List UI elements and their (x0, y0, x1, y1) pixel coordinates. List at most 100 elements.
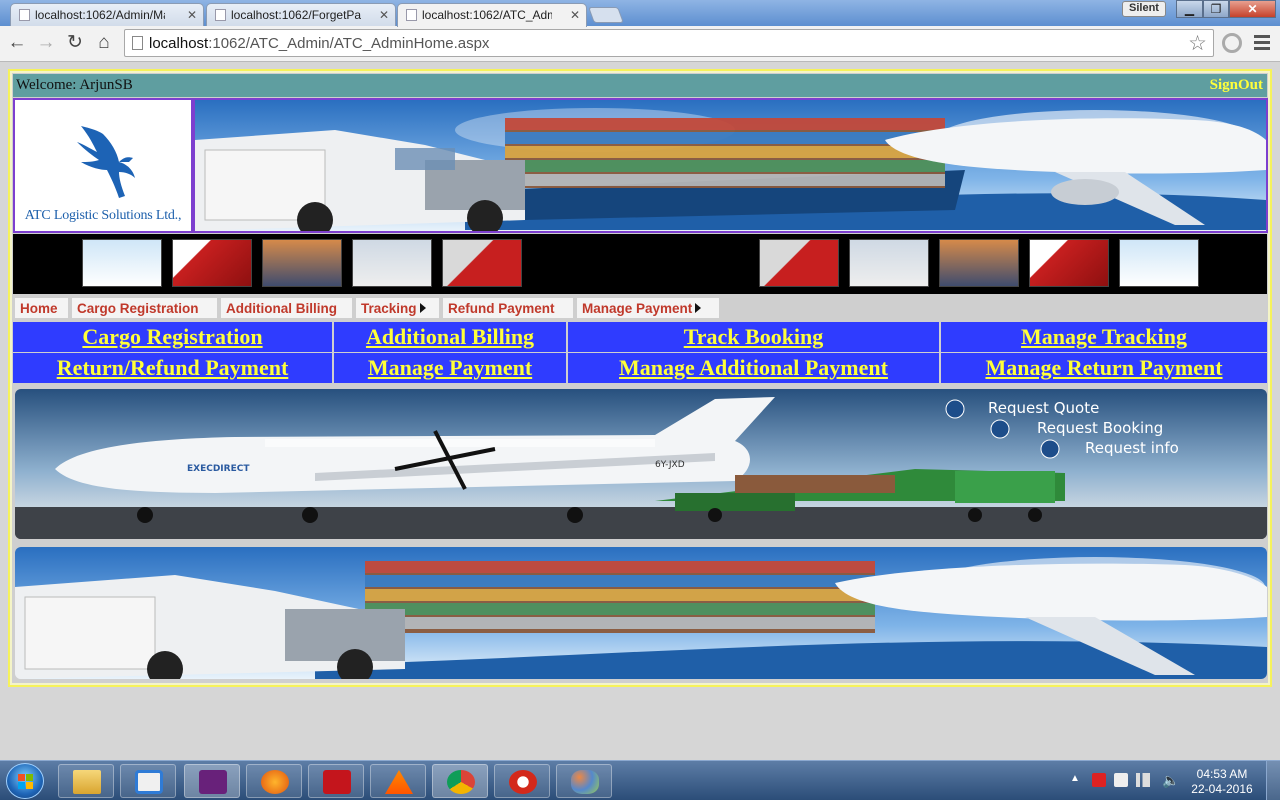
page-favicon-icon (19, 9, 30, 21)
signout-link[interactable]: SignOut (1210, 77, 1263, 94)
bookmark-star-icon[interactable]: ☆ (1188, 31, 1207, 56)
menu-item-home[interactable]: Home (14, 297, 69, 319)
taskbar-paint[interactable] (556, 764, 612, 798)
show-desktop-button[interactable] (1266, 761, 1280, 800)
action-center-icon[interactable] (1092, 773, 1106, 787)
additional-billing-link[interactable]: Additional Billing (366, 324, 534, 349)
page-favicon-icon (406, 9, 417, 21)
tab-title: localhost:1062/ATC_Admi (422, 8, 552, 22)
request-info-label[interactable]: Request info (1085, 439, 1179, 457)
taskbar-chrome[interactable] (432, 764, 488, 798)
taskbar-vlc[interactable] (370, 764, 426, 798)
extension-icon[interactable] (1222, 33, 1242, 53)
taskbar-visual-studio[interactable] (184, 764, 240, 798)
back-arrow-icon[interactable]: ← (5, 32, 29, 56)
airplane-thumbnail (82, 239, 162, 287)
truck-thumbnail (442, 239, 522, 287)
submenu-arrow-icon (419, 303, 426, 313)
acrobat-icon (323, 770, 351, 794)
start-button[interactable] (6, 763, 44, 799)
firefox-icon (261, 770, 289, 794)
taskbar-acrobat[interactable] (308, 764, 364, 798)
windows-logo-icon (18, 774, 33, 789)
truck-thumbnail (1029, 239, 1109, 287)
close-tab-icon[interactable]: ✕ (570, 8, 580, 22)
submenu-arrow-icon (695, 303, 702, 313)
plane-livery-text: EXECDIRECT (187, 464, 250, 474)
maximize-window-button[interactable]: ❐ (1203, 0, 1229, 18)
chrome-menu-icon[interactable] (1254, 35, 1270, 53)
menu-item-refund-payment[interactable]: Refund Payment (442, 297, 574, 319)
menu-item-label: Refund Payment (448, 301, 555, 316)
browser-tab[interactable]: localhost:1062/Admin/Ma ✕ (10, 3, 204, 26)
minimize-window-button[interactable]: ▁ (1176, 0, 1203, 18)
taskbar-media-player[interactable] (120, 764, 176, 798)
airplane-loading-graphic: EXECDIRECT 6Y-JXD Request Quote Request … (15, 389, 1267, 539)
request-quote-label[interactable]: Request Quote (988, 399, 1099, 417)
truck-thumbnail (849, 239, 929, 287)
close-window-button[interactable]: ✕ (1229, 0, 1276, 18)
welcome-bar: Welcome: ArjunSB SignOut (13, 74, 1267, 97)
new-tab-button[interactable] (588, 7, 624, 23)
menu-item-additional-billing[interactable]: Additional Billing (220, 297, 353, 319)
header-banner-image (193, 98, 1268, 233)
menu-item-label: Manage Payment (582, 301, 693, 316)
truck-thumbnail (172, 239, 252, 287)
home-icon[interactable]: ⌂ (92, 32, 116, 56)
link-cell: Cargo Registration (13, 322, 332, 352)
menu-item-label: Cargo Registration (77, 301, 199, 316)
menu-item-tracking[interactable]: Tracking (355, 297, 440, 319)
eagle-logo-icon (77, 126, 135, 198)
taskbar-firefox[interactable] (246, 764, 302, 798)
return-refund-payment-link[interactable]: Return/Refund Payment (57, 355, 289, 380)
close-tab-icon[interactable]: ✕ (187, 8, 197, 22)
air-cargo-banner-image: EXECDIRECT 6Y-JXD Request Quote Request … (15, 389, 1267, 539)
url-text[interactable]: localhost:1062/ATC_Admin/ATC_AdminHome.a… (149, 35, 489, 52)
ccleaner-icon (509, 770, 537, 794)
menu-item-cargo-registration[interactable]: Cargo Registration (71, 297, 218, 319)
menu-item-label: Home (20, 301, 58, 316)
taskbar-clock[interactable]: 04:53 AM 22-04-2016 (1190, 767, 1254, 797)
address-bar[interactable]: localhost:1062/ATC_Admin/ATC_AdminHome.a… (124, 29, 1214, 57)
manage-return-payment-link[interactable]: Manage Return Payment (985, 355, 1222, 380)
welcome-text: Welcome: ArjunSB (16, 77, 133, 93)
browser-toolbar: ← → ↻ ⌂ localhost:1062/ATC_Admin/ATC_Adm… (0, 26, 1280, 62)
menu-item-manage-payment[interactable]: Manage Payment (576, 297, 720, 319)
truck-thumbnail (939, 239, 1019, 287)
manage-additional-payment-link[interactable]: Manage Additional Payment (619, 355, 888, 380)
booking-icon (990, 419, 1010, 439)
taskbar-ccleaner[interactable] (494, 764, 550, 798)
cargo-registration-link[interactable]: Cargo Registration (82, 324, 262, 349)
clock-time: 04:53 AM (1196, 767, 1248, 781)
manage-payment-link[interactable]: Manage Payment (368, 355, 532, 380)
paint-icon (571, 770, 599, 794)
browser-tab[interactable]: localhost:1062/ForgetPass ✕ (206, 3, 396, 26)
browser-tab-active[interactable]: localhost:1062/ATC_Admi ✕ (397, 3, 587, 27)
request-booking-label[interactable]: Request Booking (1037, 419, 1163, 437)
truck-thumbnail (262, 239, 342, 287)
track-booking-link[interactable]: Track Booking (684, 324, 824, 349)
media-player-icon (135, 770, 163, 794)
quote-icon (945, 399, 965, 419)
show-hidden-icons-icon[interactable]: ▲ (1070, 773, 1084, 787)
windows-taskbar: ▲ 🔈 04:53 AM 22-04-2016 (0, 760, 1280, 800)
vlc-icon (385, 770, 413, 794)
link-cell: Manage Additional Payment (568, 353, 939, 383)
volume-icon[interactable]: 🔈 (1162, 773, 1179, 787)
info-icon (1040, 439, 1060, 459)
forward-arrow-icon[interactable]: → (34, 32, 58, 56)
manage-tracking-link[interactable]: Manage Tracking (1021, 324, 1187, 349)
network-icon[interactable] (1136, 773, 1150, 787)
close-tab-icon[interactable]: ✕ (379, 8, 389, 22)
taskbar-explorer[interactable] (58, 764, 114, 798)
logistics-banner-graphic (195, 100, 1266, 231)
reload-icon[interactable]: ↻ (63, 32, 87, 56)
airplane-thumbnail (1119, 239, 1199, 287)
clock-date: 22-04-2016 (1191, 782, 1253, 796)
profile-badge[interactable]: Silent (1122, 1, 1166, 17)
power-icon[interactable] (1114, 773, 1128, 787)
plane-tail-text: 6Y-JXD (655, 460, 685, 470)
footer-banner-image (15, 547, 1267, 679)
logistics-banner-graphic (15, 547, 1267, 679)
link-cell: Return/Refund Payment (13, 353, 332, 383)
